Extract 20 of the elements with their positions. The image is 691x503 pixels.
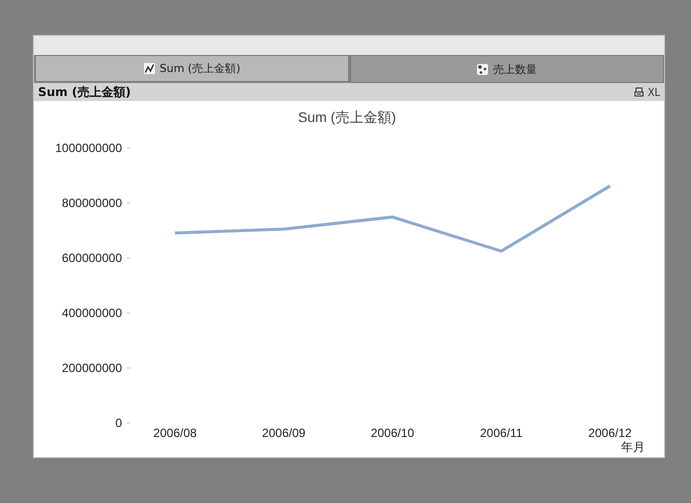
x-axis-label: 2006/08 [153, 426, 197, 440]
x-axis-label: 2006/09 [262, 426, 306, 440]
y-axis-label: 600000000 [62, 251, 122, 265]
y-axis-label: 1000000000 [55, 141, 122, 155]
printer-icon[interactable] [634, 87, 644, 97]
chart-title: Sum (売上金額) [298, 109, 396, 125]
scatter-chart-icon [477, 64, 488, 74]
y-axis-label: 400000000 [62, 306, 122, 320]
x-axis-title: 年月 [621, 440, 645, 454]
caption-title: Sum (売上金額) [38, 84, 132, 100]
y-axis-label: 800000000 [62, 196, 122, 210]
tab[interactable]: Sum (売上金額) [34, 56, 350, 83]
x-axis-label: 2006/11 [480, 426, 522, 440]
x-axis-label: 2006/10 [370, 426, 414, 440]
export-excel-button[interactable]: XL [648, 86, 660, 98]
y-axis-label: 0 [115, 416, 122, 430]
tab[interactable]: 売上数量 [350, 56, 664, 83]
line-chart-icon [144, 63, 155, 74]
x-axis-label: 2006/12 [588, 426, 632, 440]
y-axis-label: 200000000 [62, 361, 122, 375]
